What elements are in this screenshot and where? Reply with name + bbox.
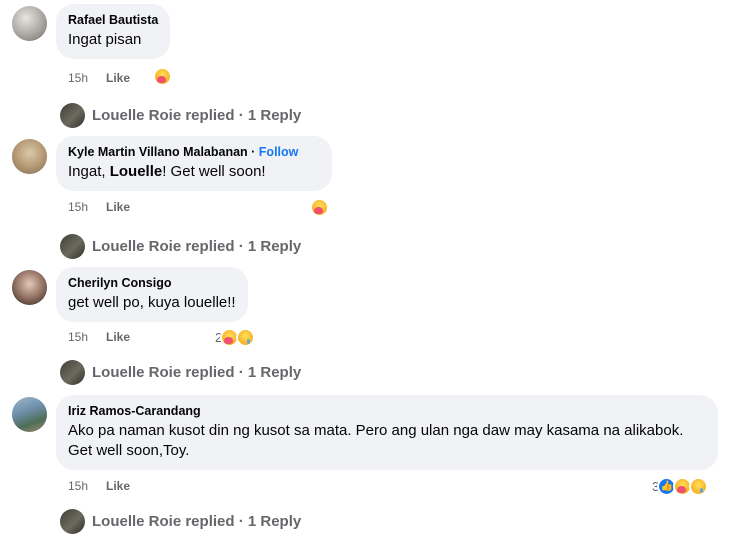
view-replies-link[interactable]: Louelle Roie replied · 1 Reply xyxy=(60,359,301,385)
view-replies-link[interactable]: Louelle Roie replied · 1 Reply xyxy=(60,508,301,534)
care-reaction-icon xyxy=(310,197,329,217)
comment-bubble: Kyle Martin Villano Malabanan · Follow I… xyxy=(56,136,332,191)
replies-label: Louelle Roie replied · 1 Reply xyxy=(92,363,302,381)
timestamp[interactable]: 15h xyxy=(68,329,106,345)
replies-label: Louelle Roie replied · 1 Reply xyxy=(92,106,302,124)
avatar xyxy=(60,359,85,385)
sad-reaction-icon xyxy=(689,476,709,496)
comment-actions: 15h Like xyxy=(68,329,130,345)
follow-button[interactable]: Follow xyxy=(259,145,299,159)
reaction-summary[interactable] xyxy=(153,65,172,87)
comment-author-line: Kyle Martin Villano Malabanan · Follow xyxy=(68,145,299,159)
timestamp[interactable]: 15h xyxy=(68,70,106,86)
comment-bubble: Cherilyn Consigo get well po, kuya louel… xyxy=(56,267,248,322)
comment-author[interactable]: Rafael Bautista xyxy=(68,12,158,28)
care-reaction-icon xyxy=(153,66,172,86)
like-button[interactable]: Like xyxy=(106,71,130,85)
avatar xyxy=(60,233,85,259)
like-button[interactable]: Like xyxy=(106,200,130,214)
like-button[interactable]: Like xyxy=(106,330,130,344)
comment-author[interactable]: Iriz Ramos-Carandang xyxy=(68,403,706,419)
avatar[interactable] xyxy=(12,397,47,432)
reaction-summary[interactable]: 3 👍 xyxy=(652,475,709,497)
view-replies-link[interactable]: Louelle Roie replied · 1 Reply xyxy=(60,102,301,128)
comment-author[interactable]: Kyle Martin Villano Malabanan xyxy=(68,145,248,159)
timestamp[interactable]: 15h xyxy=(68,199,106,215)
avatar[interactable] xyxy=(12,139,47,174)
avatar[interactable] xyxy=(12,6,47,41)
comment-text: Ingat pisan xyxy=(68,31,142,48)
avatar[interactable] xyxy=(12,270,47,305)
replies-label: Louelle Roie replied · 1 Reply xyxy=(92,237,302,255)
mention-link[interactable]: Louelle xyxy=(110,163,163,180)
reaction-summary[interactable] xyxy=(310,196,329,218)
comment-actions: 15h Like xyxy=(68,199,130,215)
comment-actions: 15h Like xyxy=(68,70,130,86)
avatar xyxy=(60,508,85,534)
timestamp[interactable]: 15h xyxy=(68,478,106,494)
comment-bubble: Iriz Ramos-Carandang Ako pa naman kusot … xyxy=(56,395,718,470)
comment-bubble: Rafael Bautista Ingat pisan xyxy=(56,4,171,59)
view-replies-link[interactable]: Louelle Roie replied · 1 Reply xyxy=(60,233,301,259)
like-button[interactable]: Like xyxy=(106,479,130,493)
comment-text: get well po, kuya louelle!! xyxy=(68,294,236,311)
reaction-summary[interactable]: 2 xyxy=(215,326,256,348)
avatar xyxy=(60,102,85,128)
comment-text: Ingat, Louelle! Get well soon! xyxy=(68,163,266,180)
sad-reaction-icon xyxy=(236,327,256,347)
replies-label: Louelle Roie replied · 1 Reply xyxy=(92,512,302,530)
comment-author[interactable]: Cherilyn Consigo xyxy=(68,275,236,291)
comment-actions: 15h Like xyxy=(68,478,130,494)
comment-text: Ako pa naman kusot din ng kusot sa mata.… xyxy=(68,422,684,459)
